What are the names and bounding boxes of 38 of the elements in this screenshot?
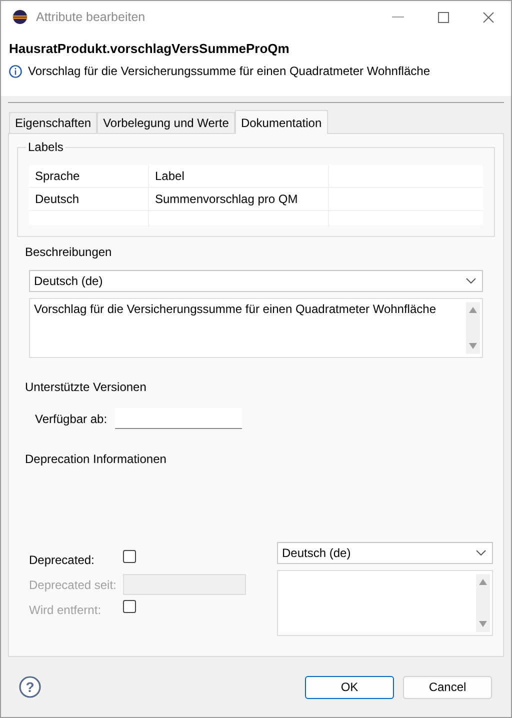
field-label: Deprecated seit: <box>29 578 118 592</box>
dialog-title: HausratProdukt.vorschlagVersSummeProQm <box>9 40 290 58</box>
cancel-button[interactable]: Cancel <box>403 676 492 698</box>
language-dropdown[interactable]: Deutsch (de) <box>277 542 493 564</box>
scroll-down-icon[interactable] <box>469 343 477 349</box>
info-message: Vorschlag für die Versicherungssumme für einen Quadratmeter Wohnfläche <box>28 64 430 78</box>
field-label: Deprecated: <box>29 552 96 566</box>
field-label: Wird entfernt: <box>29 602 102 616</box>
tab[interactable]: Vorbelegung und Werte <box>97 112 235 133</box>
tab[interactable]: Eigenschaften <box>9 112 98 133</box>
section-title: Beschreibungen <box>25 245 113 261</box>
window-title: Attribute bearbeiten <box>36 10 146 24</box>
column-header: Label <box>149 165 329 187</box>
scroll-down-icon[interactable] <box>479 621 487 627</box>
chevron-down-icon <box>466 278 476 284</box>
version-input-field[interactable] <box>115 408 242 429</box>
chevron-down-icon <box>476 550 486 556</box>
table-cell[interactable]: Deutsch <box>29 188 149 210</box>
maximize-icon[interactable] <box>438 12 449 23</box>
tab[interactable]: Dokumentation <box>234 110 328 134</box>
section-title: Unterstützte Versionen <box>25 380 148 396</box>
close-icon[interactable] <box>483 12 494 23</box>
app-logo-icon <box>12 9 28 26</box>
description-text: Vorschlag für die Versicherungssumme für einen Quadratmeter Wohnfläche <box>34 302 436 318</box>
column-header: Sprache <box>29 165 149 187</box>
help-icon[interactable]: ? <box>19 676 41 698</box>
section-title: Deprecation Informationen <box>25 452 168 468</box>
group-title: Labels <box>26 140 66 154</box>
scroll-up-icon[interactable] <box>469 307 477 313</box>
scroll-up-icon[interactable] <box>479 579 487 585</box>
checkbox[interactable] <box>123 550 136 563</box>
language-dropdown[interactable]: Deutsch (de) <box>29 270 483 292</box>
info-icon <box>9 64 22 78</box>
ok-button[interactable]: OK <box>305 676 394 698</box>
table-cell[interactable]: Summenvorschlag pro QM <box>149 188 329 210</box>
field-label: Verfügbar ab: <box>35 412 108 426</box>
description-text-area[interactable]: Vorschlag für die Versicherungssumme für einen Quadratmeter Wohnfläche <box>29 298 483 358</box>
minimize-icon[interactable] <box>392 16 404 18</box>
